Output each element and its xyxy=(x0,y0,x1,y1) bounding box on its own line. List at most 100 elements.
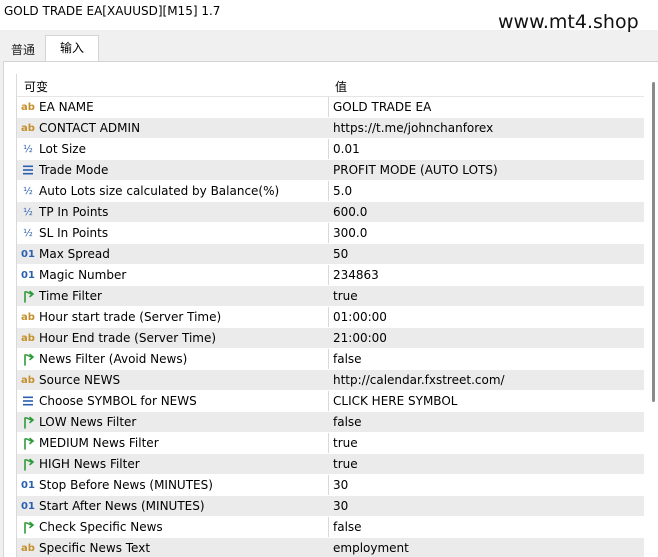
value-cell[interactable]: 21:00:00 xyxy=(329,328,644,349)
value-cell[interactable]: true xyxy=(329,454,644,475)
value-cell[interactable]: true xyxy=(329,286,644,307)
value-cell[interactable]: 5.0 xyxy=(329,181,644,202)
variable-name: SL In Points xyxy=(39,226,109,240)
variable-value[interactable]: PROFIT MODE (AUTO LOTS) xyxy=(333,163,498,177)
bool-type-icon xyxy=(20,436,36,451)
double-type-icon: ½ xyxy=(23,186,33,197)
table-row[interactable]: ab Source NEWS http://calendar.fxstreet.co… xyxy=(17,370,644,391)
value-cell[interactable]: 50 xyxy=(329,244,644,265)
variable-value[interactable]: employment xyxy=(333,541,409,555)
string-type-icon: ab xyxy=(21,123,35,134)
value-cell[interactable]: true xyxy=(329,433,644,454)
tab-inputs[interactable]: 输入 xyxy=(45,35,99,63)
variable-name: Hour start trade (Server Time) xyxy=(39,310,222,324)
variable-value[interactable]: https://t.me/johnchanforex xyxy=(333,121,493,135)
variable-value[interactable]: 300.0 xyxy=(333,226,367,240)
variable-value[interactable]: http://calendar.fxstreet.com/ xyxy=(333,373,505,387)
value-cell[interactable]: GOLD TRADE EA xyxy=(329,97,644,118)
value-cell[interactable]: employment xyxy=(329,538,644,557)
string-type-icon: ab xyxy=(21,333,35,344)
variable-value[interactable]: 5.0 xyxy=(333,184,352,198)
value-cell[interactable]: 0.01 xyxy=(329,139,644,160)
table-row[interactable]: LOW News Filter false xyxy=(17,412,644,433)
vertical-scrollbar[interactable] xyxy=(644,74,658,557)
table-row[interactable]: ab Hour start trade (Server Time) 01:00:00 xyxy=(17,307,644,328)
variable-value[interactable]: 01:00:00 xyxy=(333,310,387,324)
table-row[interactable]: ab EA NAME GOLD TRADE EA xyxy=(17,97,644,118)
title-bar: GOLD TRADE EA[XAUUSD][M15] 1.7 www.mt4.s… xyxy=(0,0,658,33)
variable-name: TP In Points xyxy=(39,205,109,219)
variable-value[interactable]: 30 xyxy=(333,499,348,513)
variable-value[interactable]: false xyxy=(333,520,362,534)
double-type-icon: ½ xyxy=(23,144,33,155)
table-row[interactable]: Trade Mode PROFIT MODE (AUTO LOTS) xyxy=(17,160,644,181)
variable-name: Start After News (MINUTES) xyxy=(39,499,205,513)
table-header: 可变 值 xyxy=(17,74,644,97)
variable-value[interactable]: CLICK HERE SYMBOL xyxy=(333,394,457,408)
inputs-table: 可变 值 ab EA NAME GOLD TRADE EA ab CONTACT ADM… xyxy=(16,74,644,557)
enum-type-icon xyxy=(20,163,36,178)
variable-value[interactable]: 600.0 xyxy=(333,205,367,219)
variable-value[interactable]: false xyxy=(333,415,362,429)
table-row[interactable]: News Filter (Avoid News) false xyxy=(17,349,644,370)
variable-name: Hour End trade (Server Time) xyxy=(39,331,217,345)
table-row[interactable]: 01 Start After News (MINUTES) 30 xyxy=(17,496,644,517)
table-row[interactable]: ab Hour End trade (Server Time) 21:00:00 xyxy=(17,328,644,349)
value-cell[interactable]: 234863 xyxy=(329,265,644,286)
string-type-icon: ab xyxy=(21,375,35,386)
value-cell[interactable]: false xyxy=(329,412,644,433)
value-cell[interactable]: 600.0 xyxy=(329,202,644,223)
inputs-panel: 可变 值 ab EA NAME GOLD TRADE EA ab CONTACT ADM… xyxy=(3,61,658,557)
scrollbar-thumb[interactable] xyxy=(652,82,655,402)
variable-value[interactable]: GOLD TRADE EA xyxy=(333,100,431,114)
table-row[interactable]: 01 Max Spread 50 xyxy=(17,244,644,265)
variable-name: EA NAME xyxy=(39,100,94,114)
table-row[interactable]: 01 Magic Number 234863 xyxy=(17,265,644,286)
enum-type-icon xyxy=(20,394,36,409)
value-cell[interactable]: https://t.me/johnchanforex xyxy=(329,118,644,139)
value-cell[interactable]: 30 xyxy=(329,496,644,517)
value-cell[interactable]: PROFIT MODE (AUTO LOTS) xyxy=(329,160,644,181)
variable-name: Check Specific News xyxy=(39,520,163,534)
variable-value[interactable]: 21:00:00 xyxy=(333,331,387,345)
value-cell[interactable]: http://calendar.fxstreet.com/ xyxy=(329,370,644,391)
table-row[interactable]: 01 Stop Before News (MINUTES) 30 xyxy=(17,475,644,496)
variable-name: LOW News Filter xyxy=(39,415,137,429)
variable-value[interactable]: 234863 xyxy=(333,268,379,282)
variable-name: Magic Number xyxy=(39,268,127,282)
column-header-value[interactable]: 值 xyxy=(335,78,347,95)
table-row[interactable]: ½ TP In Points 600.0 xyxy=(17,202,644,223)
variable-value[interactable]: 50 xyxy=(333,247,348,261)
table-row[interactable]: ab CONTACT ADMIN https://t.me/johnchanfore… xyxy=(17,118,644,139)
value-cell[interactable]: 30 xyxy=(329,475,644,496)
table-row[interactable]: ½ Auto Lots size calculated by Balance(%)… xyxy=(17,181,644,202)
table-row[interactable]: MEDIUM News Filter true xyxy=(17,433,644,454)
table-row[interactable]: Time Filter true xyxy=(17,286,644,307)
value-cell[interactable]: 300.0 xyxy=(329,223,644,244)
string-type-icon: ab xyxy=(21,102,35,113)
variable-value[interactable]: true xyxy=(333,457,358,471)
variable-value[interactable]: true xyxy=(333,289,358,303)
table-row[interactable]: ½ Lot Size 0.01 xyxy=(17,139,644,160)
window-title: GOLD TRADE EA[XAUUSD][M15] 1.7 xyxy=(4,4,221,18)
variable-name: CONTACT ADMIN xyxy=(39,121,141,135)
bool-type-icon xyxy=(20,352,36,367)
value-cell[interactable]: false xyxy=(329,517,644,538)
variable-value[interactable]: true xyxy=(333,436,358,450)
value-cell[interactable]: false xyxy=(329,349,644,370)
variable-value[interactable]: false xyxy=(333,352,362,366)
variable-name: Auto Lots size calculated by Balance(%) xyxy=(39,184,280,198)
value-cell[interactable]: 01:00:00 xyxy=(329,307,644,328)
variable-value[interactable]: 0.01 xyxy=(333,142,360,156)
table-row[interactable]: ab Specific News Text employment xyxy=(17,538,644,557)
double-type-icon: ½ xyxy=(23,207,33,218)
table-row[interactable]: Choose SYMBOL for NEWS CLICK HERE SYMBOL xyxy=(17,391,644,412)
column-header-variable[interactable]: 可变 xyxy=(24,78,48,95)
table-row[interactable]: Check Specific News false xyxy=(17,517,644,538)
tab-common[interactable]: 普通 xyxy=(3,38,43,62)
variable-value[interactable]: 30 xyxy=(333,478,348,492)
value-cell[interactable]: CLICK HERE SYMBOL xyxy=(329,391,644,412)
integer-type-icon: 01 xyxy=(21,249,35,260)
table-row[interactable]: HIGH News Filter true xyxy=(17,454,644,475)
table-row[interactable]: ½ SL In Points 300.0 xyxy=(17,223,644,244)
